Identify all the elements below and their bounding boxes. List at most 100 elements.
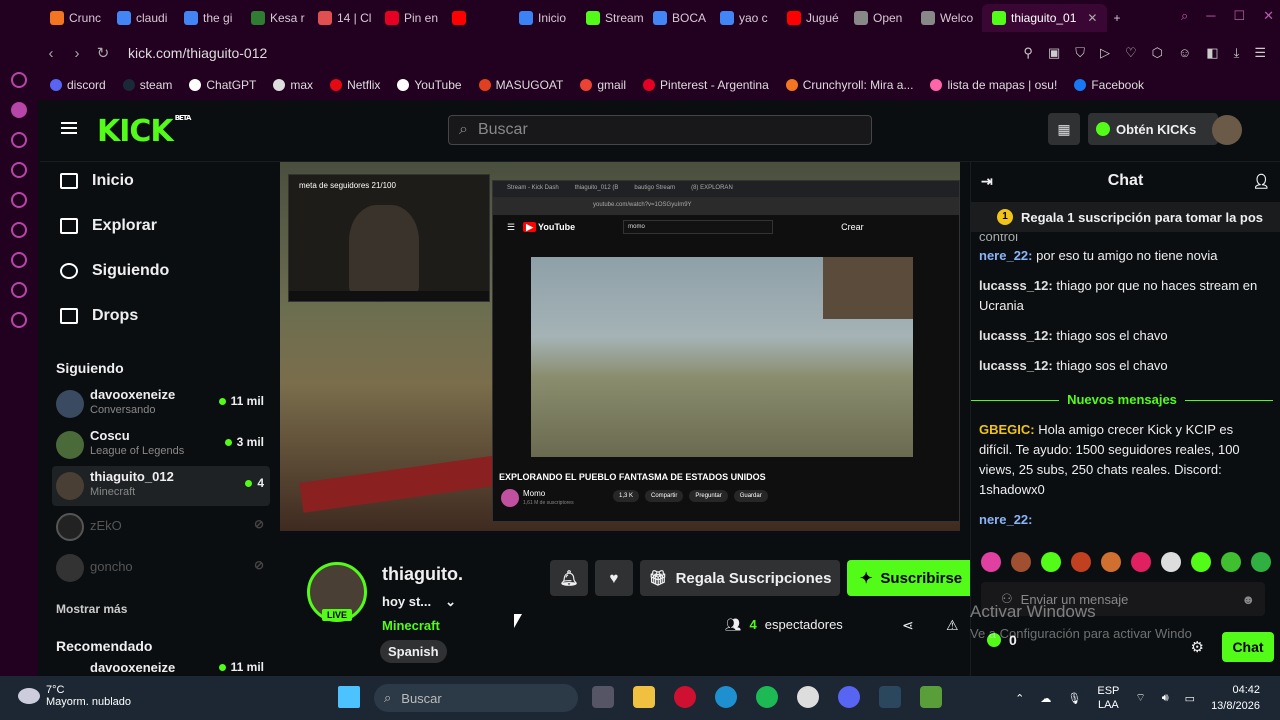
subscribe-button[interactable]: ✦ Suscribirse [847,560,975,596]
snapshot-icon[interactable]: ▣ [1048,45,1060,61]
browser-tab[interactable] [446,4,513,32]
gift-subs-button[interactable]: 🎁︎ Regala Suscripciones [640,560,840,596]
nav-item-explorar[interactable]: Explorar [60,217,157,235]
steam-icon[interactable] [879,686,901,708]
emote[interactable] [1011,552,1031,572]
volume-icon[interactable]: 🔊︎ [1162,692,1169,705]
bookmark[interactable]: YouTube [397,78,462,92]
emote[interactable] [1221,552,1241,572]
taskbar-search[interactable]: ⌕ Buscar [374,684,578,712]
kick-logo[interactable]: KICK BETA [97,114,191,149]
discord-icon[interactable] [11,162,27,178]
browser-tab[interactable]: Inicio [513,4,580,32]
chat-username[interactable]: lucasss_12 [979,328,1048,343]
emote[interactable] [981,552,1001,572]
back-icon[interactable]: ‹ [38,45,64,62]
menu-icon[interactable]: ☰ [1254,45,1266,61]
home-icon[interactable] [11,72,27,88]
chatgpt-icon[interactable] [797,686,819,708]
x-icon[interactable] [11,282,27,298]
bookmark[interactable]: Pinterest - Argentina [643,78,769,92]
bookmark[interactable]: Facebook [1074,78,1144,92]
nav-item-drops[interactable]: Drops [60,307,138,325]
notification-bell-button[interactable]: 🔔︎ [550,560,588,596]
chevron-up-icon[interactable]: ⌃ [1015,692,1024,705]
bookmark[interactable]: MASUGOAT [478,78,563,92]
pinned-message[interactable]: 1 Regala 1 suscripción para tomar la pos [971,202,1280,232]
emote[interactable] [1251,552,1271,572]
shield-icon[interactable]: ⛉ [1075,45,1085,61]
bag-icon[interactable]: ◧ [1206,45,1218,61]
minecraft-icon[interactable] [920,686,942,708]
pin-icon[interactable]: ⚲ [1023,45,1033,61]
chat-username[interactable]: GBEGIC [979,422,1030,437]
nav-item-inicio[interactable]: Inicio [60,172,134,190]
bookmark[interactable]: max [273,78,313,92]
url-field[interactable]: kick.com/thiaguito-012 [128,45,267,61]
follow-button[interactable]: ♥ [595,560,633,596]
bookmark[interactable]: Netflix [330,78,380,92]
twitch-icon[interactable] [11,132,27,148]
heart-icon[interactable]: ♡ [1125,45,1137,61]
emote[interactable] [1101,552,1121,572]
history-icon[interactable] [11,312,27,328]
extensions-icon[interactable]: ⬡ [1152,45,1163,61]
chat-username[interactable]: lucasss_12 [979,358,1048,373]
chat-username[interactable]: nere_22 [979,248,1028,263]
get-kicks-button[interactable]: Obtén KICKs [1088,113,1218,145]
recommended-channel[interactable]: davooxeneize 11 mil [52,660,270,676]
close-window-icon[interactable]: ✕ [1263,8,1274,24]
browser-tab[interactable]: Pin en [379,4,446,32]
streamer-name[interactable]: thiaguito. [382,564,463,585]
battery-icon[interactable]: ▭ [1185,692,1195,705]
bookmark[interactable]: steam [122,78,172,92]
browser-tab[interactable]: Jugué [781,4,848,32]
bookmark[interactable]: gmail [580,78,626,92]
opera-icon[interactable] [674,686,696,708]
bookmark[interactable]: discord [50,78,106,92]
onedrive-icon[interactable]: ☁ [1040,692,1051,705]
show-more-link[interactable]: Mostrar más [56,602,127,616]
browser-tab[interactable]: claudi [111,4,178,32]
emote[interactable] [1041,552,1061,572]
maximize-icon[interactable]: ☐ [1233,8,1245,24]
emote[interactable] [1131,552,1151,572]
browser-tab[interactable]: Stream [580,4,647,32]
users-icon[interactable]: 👤︎ [1252,173,1270,190]
discord-icon[interactable] [838,686,860,708]
stream-category[interactable]: Minecraft [382,618,440,633]
play-icon[interactable]: ▷ [1100,45,1110,61]
weather-widget[interactable]: 7°C Mayorm. nublado [18,684,131,708]
whatsapp-icon[interactable] [11,252,27,268]
reload-icon[interactable]: ↻ [90,44,116,62]
wifi-icon[interactable]: ⌔ [1135,691,1145,705]
language-indicator[interactable]: ESP LAA [1097,684,1119,712]
browser-tab[interactable]: 14 | Cl [312,4,379,32]
nav-item-siguiendo[interactable]: Siguiendo [60,262,169,280]
stream-title[interactable]: hoy st... ⌄ [382,594,456,610]
browser-tab[interactable]: yao c [714,4,781,32]
emote[interactable] [1161,552,1181,572]
bookmark[interactable]: lista de mapas | osu! [930,78,1057,92]
gaming-icon[interactable] [11,102,27,118]
minimize-icon[interactable]: ─ [1206,8,1215,24]
bookmark[interactable]: Crunchyroll: Mira a... [785,78,913,92]
search-tabs-icon[interactable]: ⌕ [1181,8,1188,24]
chatgpt-icon[interactable] [11,192,27,208]
chat-username[interactable]: lucasss_12 [979,278,1048,293]
chat-settings-icon[interactable]: ⚙ [1191,638,1204,656]
offline-channel[interactable]: zEkO ⊘ [52,507,270,547]
close-tab-icon[interactable]: ✕ [1087,11,1097,25]
following-channel[interactable]: Coscu League of Legends 3 mil [52,425,270,465]
search-input[interactable]: ⌕ Buscar [448,115,872,145]
start-button[interactable] [338,686,360,708]
browser-tab-active[interactable]: thiaguito_01 ✕ [982,4,1108,32]
file-explorer-icon[interactable] [633,686,655,708]
new-tab-icon[interactable]: + [1107,4,1126,32]
browser-tab[interactable]: Crunc [44,4,111,32]
video-player[interactable]: meta de seguidores 21/100 Stream - Kick … [280,162,960,531]
spotify-icon[interactable] [756,686,778,708]
browser-tab[interactable]: Kesa r [245,4,312,32]
following-channel[interactable]: davooxeneize Conversando 11 mil [52,384,270,424]
hamburger-menu-icon[interactable] [61,122,77,134]
